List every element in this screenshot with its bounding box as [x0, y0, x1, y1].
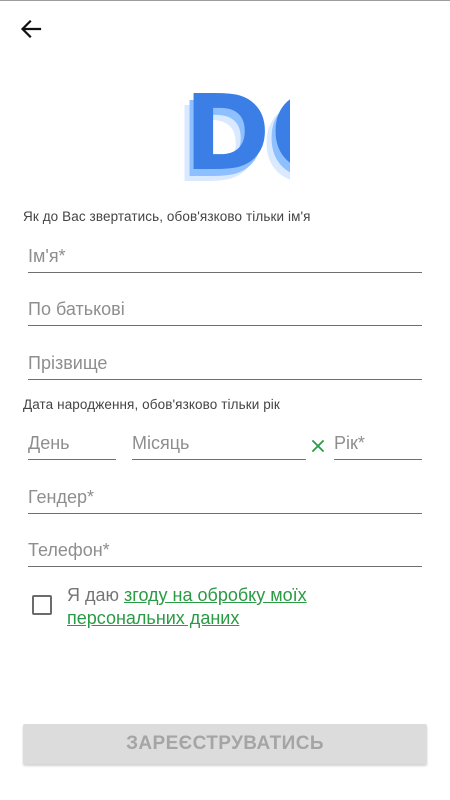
close-icon	[312, 440, 324, 452]
name-section-label: Як до Вас звертатись, обов'язково тільки…	[23, 209, 311, 224]
phone-field[interactable]	[28, 526, 422, 567]
day-field[interactable]	[28, 419, 116, 460]
back-button[interactable]	[14, 14, 48, 44]
gender-field[interactable]	[28, 473, 422, 514]
consent-text: Я даю згоду на обробку моїх персональних…	[67, 584, 407, 630]
last-name-input[interactable]	[28, 353, 422, 374]
clear-month-button[interactable]	[310, 438, 326, 454]
logo-text: DC	[184, 76, 290, 186]
register-button[interactable]: ЗАРЕЄСТРУВАТИСЬ	[23, 724, 427, 764]
arrow-left-icon	[20, 20, 42, 38]
last-name-field[interactable]	[28, 339, 422, 380]
phone-input[interactable]	[28, 540, 422, 561]
month-input[interactable]	[132, 433, 306, 454]
consent-checkbox[interactable]	[32, 595, 52, 615]
day-input[interactable]	[28, 433, 116, 454]
year-field[interactable]	[334, 419, 422, 460]
year-input[interactable]	[334, 433, 422, 454]
patronymic-field[interactable]	[28, 285, 422, 326]
birth-section-label: Дата народження, обов'язково тільки рік	[23, 397, 280, 412]
gender-input[interactable]	[28, 487, 422, 508]
first-name-field[interactable]	[28, 232, 422, 273]
patronymic-input[interactable]	[28, 299, 422, 320]
month-field[interactable]	[132, 419, 306, 460]
first-name-input[interactable]	[28, 246, 422, 267]
consent-prefix: Я даю	[67, 585, 125, 605]
dc-logo: DC DC DC	[175, 76, 290, 186]
top-divider	[0, 0, 450, 1]
